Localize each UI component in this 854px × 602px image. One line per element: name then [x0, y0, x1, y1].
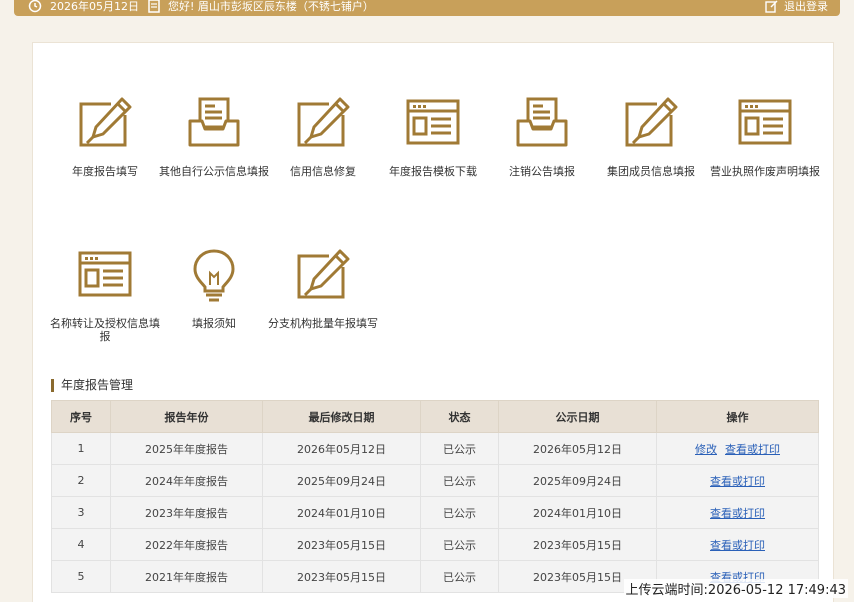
tile-label: 填报须知	[192, 317, 236, 330]
cell-year: 2021年年度报告	[110, 560, 263, 593]
cell-actions: 查看或打印	[656, 528, 819, 561]
annual-report-table: 序号 报告年份 最后修改日期 状态 公示日期 操作 1 2025年年度报告 20…	[51, 400, 819, 593]
cell-status: 已公示	[420, 432, 499, 465]
tile-branch-batch-report[interactable]: 分支机构批量年报填写	[265, 247, 381, 330]
tile-license-void[interactable]: 营业执照作废声明填报	[703, 95, 827, 178]
cell-published: 2023年05月15日	[498, 528, 657, 561]
cell-status: 已公示	[420, 496, 499, 529]
browser-window-icon	[405, 95, 461, 151]
tile-label: 注销公告填报	[509, 165, 575, 178]
cell-actions: 查看或打印	[656, 464, 819, 497]
table-row: 4 2022年年度报告 2023年05月15日 已公示 2023年05月15日 …	[51, 528, 819, 561]
col-header-no: 序号	[51, 400, 111, 433]
cell-no: 4	[51, 528, 111, 561]
upload-timestamp: 上传云端时间:2026-05-12 17:49:43	[623, 579, 848, 598]
main-panel: 年度报告填写 其他自行公示信息填报 信用信息修复 年度报告模板下载 注销公告填报…	[32, 42, 834, 602]
tile-label: 年度报告模板下载	[389, 165, 477, 178]
view-print-link[interactable]: 查看或打印	[725, 443, 780, 456]
table-row: 3 2023年年度报告 2024年01月10日 已公示 2024年01月10日 …	[51, 496, 819, 529]
tile-cancellation-notice[interactable]: 注销公告填报	[487, 95, 597, 178]
greeting: 您好! 眉山市彭坂区辰东楼（不锈七铺户）	[148, 0, 374, 14]
tile-credit-repair[interactable]: 信用信息修复	[268, 95, 378, 178]
top-bar: 2026年05月12日 您好! 眉山市彭坂区辰东楼（不锈七铺户） 退出登录	[14, 0, 840, 16]
table-header-row: 序号 报告年份 最后修改日期 状态 公示日期 操作	[51, 400, 819, 433]
col-header-year: 报告年份	[110, 400, 263, 433]
logout-label: 退出登录	[784, 0, 828, 13]
cell-published: 2024年01月10日	[498, 496, 657, 529]
cell-year: 2022年年度报告	[110, 528, 263, 561]
logout-button[interactable]: 退出登录	[765, 0, 828, 14]
cell-status: 已公示	[420, 464, 499, 497]
cell-modified: 2024年01月10日	[262, 496, 421, 529]
cell-modified: 2023年05月15日	[262, 560, 421, 593]
tile-label: 名称转让及授权信息填报	[50, 317, 160, 343]
tile-other-disclosure[interactable]: 其他自行公示信息填报	[159, 95, 269, 178]
section-title: 年度报告管理	[51, 379, 133, 392]
pen-board-icon	[77, 95, 133, 151]
cell-status: 已公示	[420, 528, 499, 561]
pen-board-icon	[295, 95, 351, 151]
table-row: 1 2025年年度报告 2026年05月12日 已公示 2026年05月12日 …	[51, 432, 819, 465]
view-print-link[interactable]: 查看或打印	[710, 539, 765, 552]
tile-label: 营业执照作废声明填报	[710, 165, 820, 178]
cell-no: 2	[51, 464, 111, 497]
cell-modified: 2025年09月24日	[262, 464, 421, 497]
view-print-link[interactable]: 查看或打印	[710, 475, 765, 488]
col-header-published: 公示日期	[498, 400, 657, 433]
tile-annual-report-fill[interactable]: 年度报告填写	[50, 95, 160, 178]
cell-year: 2023年年度报告	[110, 496, 263, 529]
cell-actions: 查看或打印	[656, 496, 819, 529]
tile-label: 其他自行公示信息填报	[159, 165, 269, 178]
cell-status: 已公示	[420, 560, 499, 593]
tile-name-transfer[interactable]: 名称转让及授权信息填报	[50, 247, 160, 343]
date-display: 2026年05月12日	[28, 0, 139, 14]
col-header-modified: 最后修改日期	[262, 400, 421, 433]
tile-label: 集团成员信息填报	[607, 165, 695, 178]
document-icon	[148, 0, 160, 13]
tile-group-member[interactable]: 集团成员信息填报	[596, 95, 706, 178]
view-print-link[interactable]: 查看或打印	[710, 507, 765, 520]
lightbulb-icon	[186, 247, 242, 303]
cell-no: 5	[51, 560, 111, 593]
greeting-text: 您好! 眉山市彭坂区辰东楼（不锈七铺户）	[168, 0, 374, 13]
edit-link[interactable]: 修改	[695, 443, 717, 456]
tile-label: 分支机构批量年报填写	[268, 317, 378, 330]
pen-board-icon	[623, 95, 679, 151]
tray-document-icon	[186, 95, 242, 151]
pen-board-icon	[295, 247, 351, 303]
browser-window-icon	[77, 247, 133, 303]
tile-template-download[interactable]: 年度报告模板下载	[378, 95, 488, 178]
tray-document-icon	[514, 95, 570, 151]
tile-label: 信用信息修复	[290, 165, 356, 178]
cell-year: 2024年年度报告	[110, 464, 263, 497]
cell-actions: 修改 查看或打印	[656, 432, 819, 465]
cell-modified: 2026年05月12日	[262, 432, 421, 465]
edit-out-icon	[765, 0, 778, 13]
col-header-status: 状态	[420, 400, 499, 433]
col-header-actions: 操作	[656, 400, 819, 433]
cell-no: 1	[51, 432, 111, 465]
clock-icon	[28, 0, 42, 13]
cell-published: 2025年09月24日	[498, 464, 657, 497]
table-row: 2 2024年年度报告 2025年09月24日 已公示 2025年09月24日 …	[51, 464, 819, 497]
cell-year: 2025年年度报告	[110, 432, 263, 465]
tile-label: 年度报告填写	[72, 165, 138, 178]
browser-window-icon	[737, 95, 793, 151]
cell-published: 2026年05月12日	[498, 432, 657, 465]
tile-filing-notice[interactable]: 填报须知	[159, 247, 269, 330]
cell-no: 3	[51, 496, 111, 529]
cell-modified: 2023年05月15日	[262, 528, 421, 561]
current-date: 2026年05月12日	[50, 0, 139, 13]
